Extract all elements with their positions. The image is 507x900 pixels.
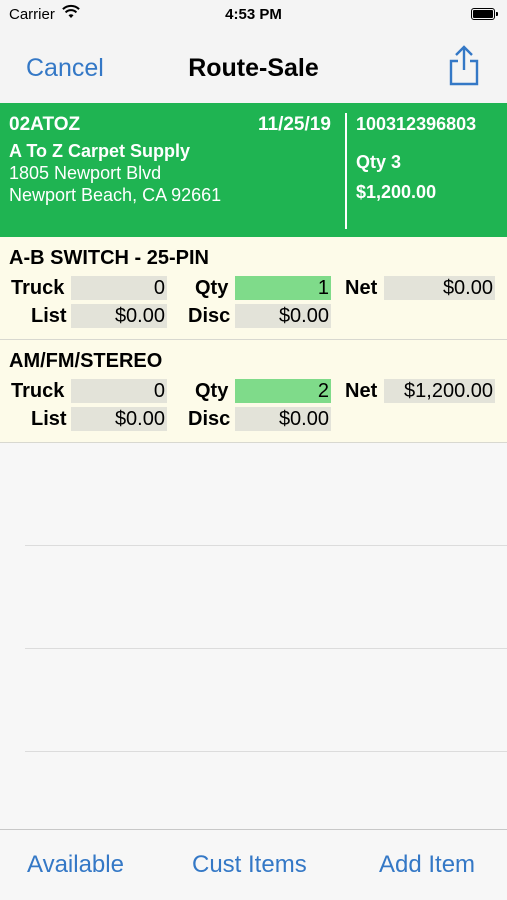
- disc-label: Disc: [188, 305, 231, 327]
- add-item-button[interactable]: Add Item: [379, 851, 475, 879]
- truck-value: 0: [71, 379, 167, 403]
- status-bar: Carrier 4:53 PM: [0, 0, 507, 28]
- available-button[interactable]: Available: [27, 851, 124, 879]
- toolbar: Available Cust Items Add Item: [0, 829, 507, 900]
- share-icon[interactable]: [447, 44, 481, 86]
- row-separator: [25, 751, 507, 752]
- status-time: 4:53 PM: [225, 6, 282, 23]
- battery-icon: [471, 8, 498, 20]
- truck-label: Truck: [11, 277, 65, 299]
- order-date: 11/25/19: [258, 114, 331, 135]
- customer-code: 02ATOZ: [9, 114, 81, 135]
- list-item[interactable]: AM/FM/STEREO Truck 0 Qty 2 Net $1,200.00…: [0, 340, 507, 443]
- header-divider: [345, 113, 347, 229]
- order-qty: Qty 3: [356, 152, 402, 172]
- customer-name: A To Z Carpet Supply: [9, 141, 191, 161]
- list-label: List: [31, 305, 67, 327]
- net-value: $1,200.00: [384, 379, 495, 403]
- row-separator: [25, 648, 507, 649]
- empty-table-area: [0, 443, 507, 829]
- item-name: A-B SWITCH - 25-PIN: [9, 247, 209, 269]
- nav-bar: Cancel Route-Sale: [0, 28, 507, 103]
- page-title: Route-Sale: [188, 54, 319, 82]
- net-label: Net: [345, 277, 378, 299]
- qty-field[interactable]: 2: [235, 379, 331, 403]
- net-value: $0.00: [384, 276, 495, 300]
- order-total: $1,200.00: [356, 182, 437, 202]
- truck-label: Truck: [11, 380, 65, 402]
- item-name: AM/FM/STEREO: [9, 350, 163, 372]
- order-number: 100312396803: [356, 114, 477, 134]
- net-label: Net: [345, 380, 378, 402]
- row-separator: [25, 545, 507, 546]
- disc-value: $0.00: [235, 407, 331, 431]
- truck-value: 0: [71, 276, 167, 300]
- list-value: $0.00: [71, 407, 167, 431]
- qty-label: Qty: [195, 277, 229, 299]
- list-value: $0.00: [71, 304, 167, 328]
- qty-field[interactable]: 1: [235, 276, 331, 300]
- disc-label: Disc: [188, 408, 231, 430]
- disc-value: $0.00: [235, 304, 331, 328]
- qty-label: Qty: [195, 380, 229, 402]
- customer-header: 02ATOZ 11/25/19 A To Z Carpet Supply 180…: [0, 103, 507, 237]
- list-label: List: [31, 408, 67, 430]
- customer-address-line2: Newport Beach, CA 92661: [9, 185, 222, 205]
- customer-address-line1: 1805 Newport Blvd: [9, 163, 162, 183]
- cust-items-button[interactable]: Cust Items: [192, 851, 307, 879]
- list-item[interactable]: A-B SWITCH - 25-PIN Truck 0 Qty 1 Net $0…: [0, 237, 507, 340]
